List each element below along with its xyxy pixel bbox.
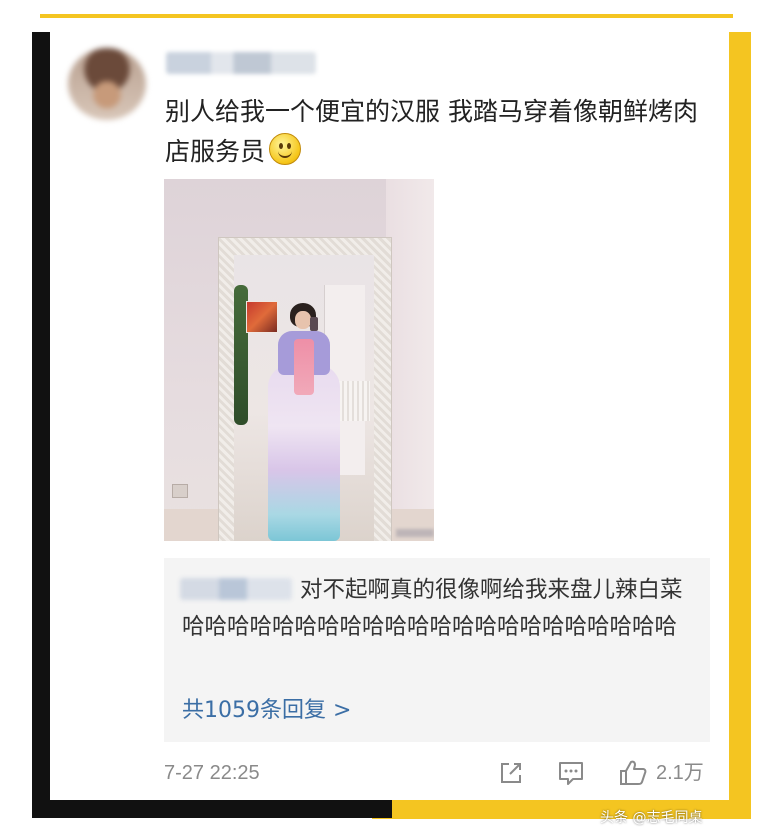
comment-button[interactable] [556, 758, 586, 788]
username-blurred[interactable] [166, 52, 316, 74]
comment-icon [559, 762, 583, 785]
person-face [295, 311, 311, 329]
smiley-emoji-icon [269, 133, 302, 165]
like-count: 2.1万 [656, 762, 704, 784]
image-watermark [396, 529, 434, 537]
post-photo[interactable] [164, 179, 434, 541]
hanbok-ribbon [294, 339, 314, 395]
phone [310, 317, 318, 331]
post-body: 别人给我一个便宜的汉服 我踏马穿着像朝鲜烤肉店服务员 [165, 92, 705, 172]
view-all-replies-link[interactable]: 共1059条回复 > [182, 694, 351, 728]
post-timestamp: 7-27 22:25 [164, 762, 260, 784]
post-text: 别人给我一个便宜的汉服 我踏马穿着像朝鲜烤肉店服务员 [165, 97, 698, 166]
frame-decoration-left [32, 32, 50, 818]
mirror-reflection [234, 255, 374, 541]
avatar[interactable] [68, 48, 146, 120]
like-icon [620, 760, 647, 785]
share-button[interactable] [496, 758, 526, 788]
share-icon [501, 763, 521, 783]
source-credit: 头条 @志毛同桌 [600, 810, 703, 826]
frame-decoration-top [40, 14, 733, 18]
wall-outlet [172, 484, 188, 498]
reply-text: 对不起啊真的很像啊给我来盘儿辣白菜哈哈哈哈哈哈哈哈哈哈哈哈哈哈哈哈哈哈哈哈哈哈 [182, 577, 683, 640]
like-button[interactable] [618, 758, 648, 788]
frame-decoration-bottom-left [32, 800, 392, 818]
painting [246, 301, 278, 333]
frame-decoration-right [729, 32, 751, 804]
